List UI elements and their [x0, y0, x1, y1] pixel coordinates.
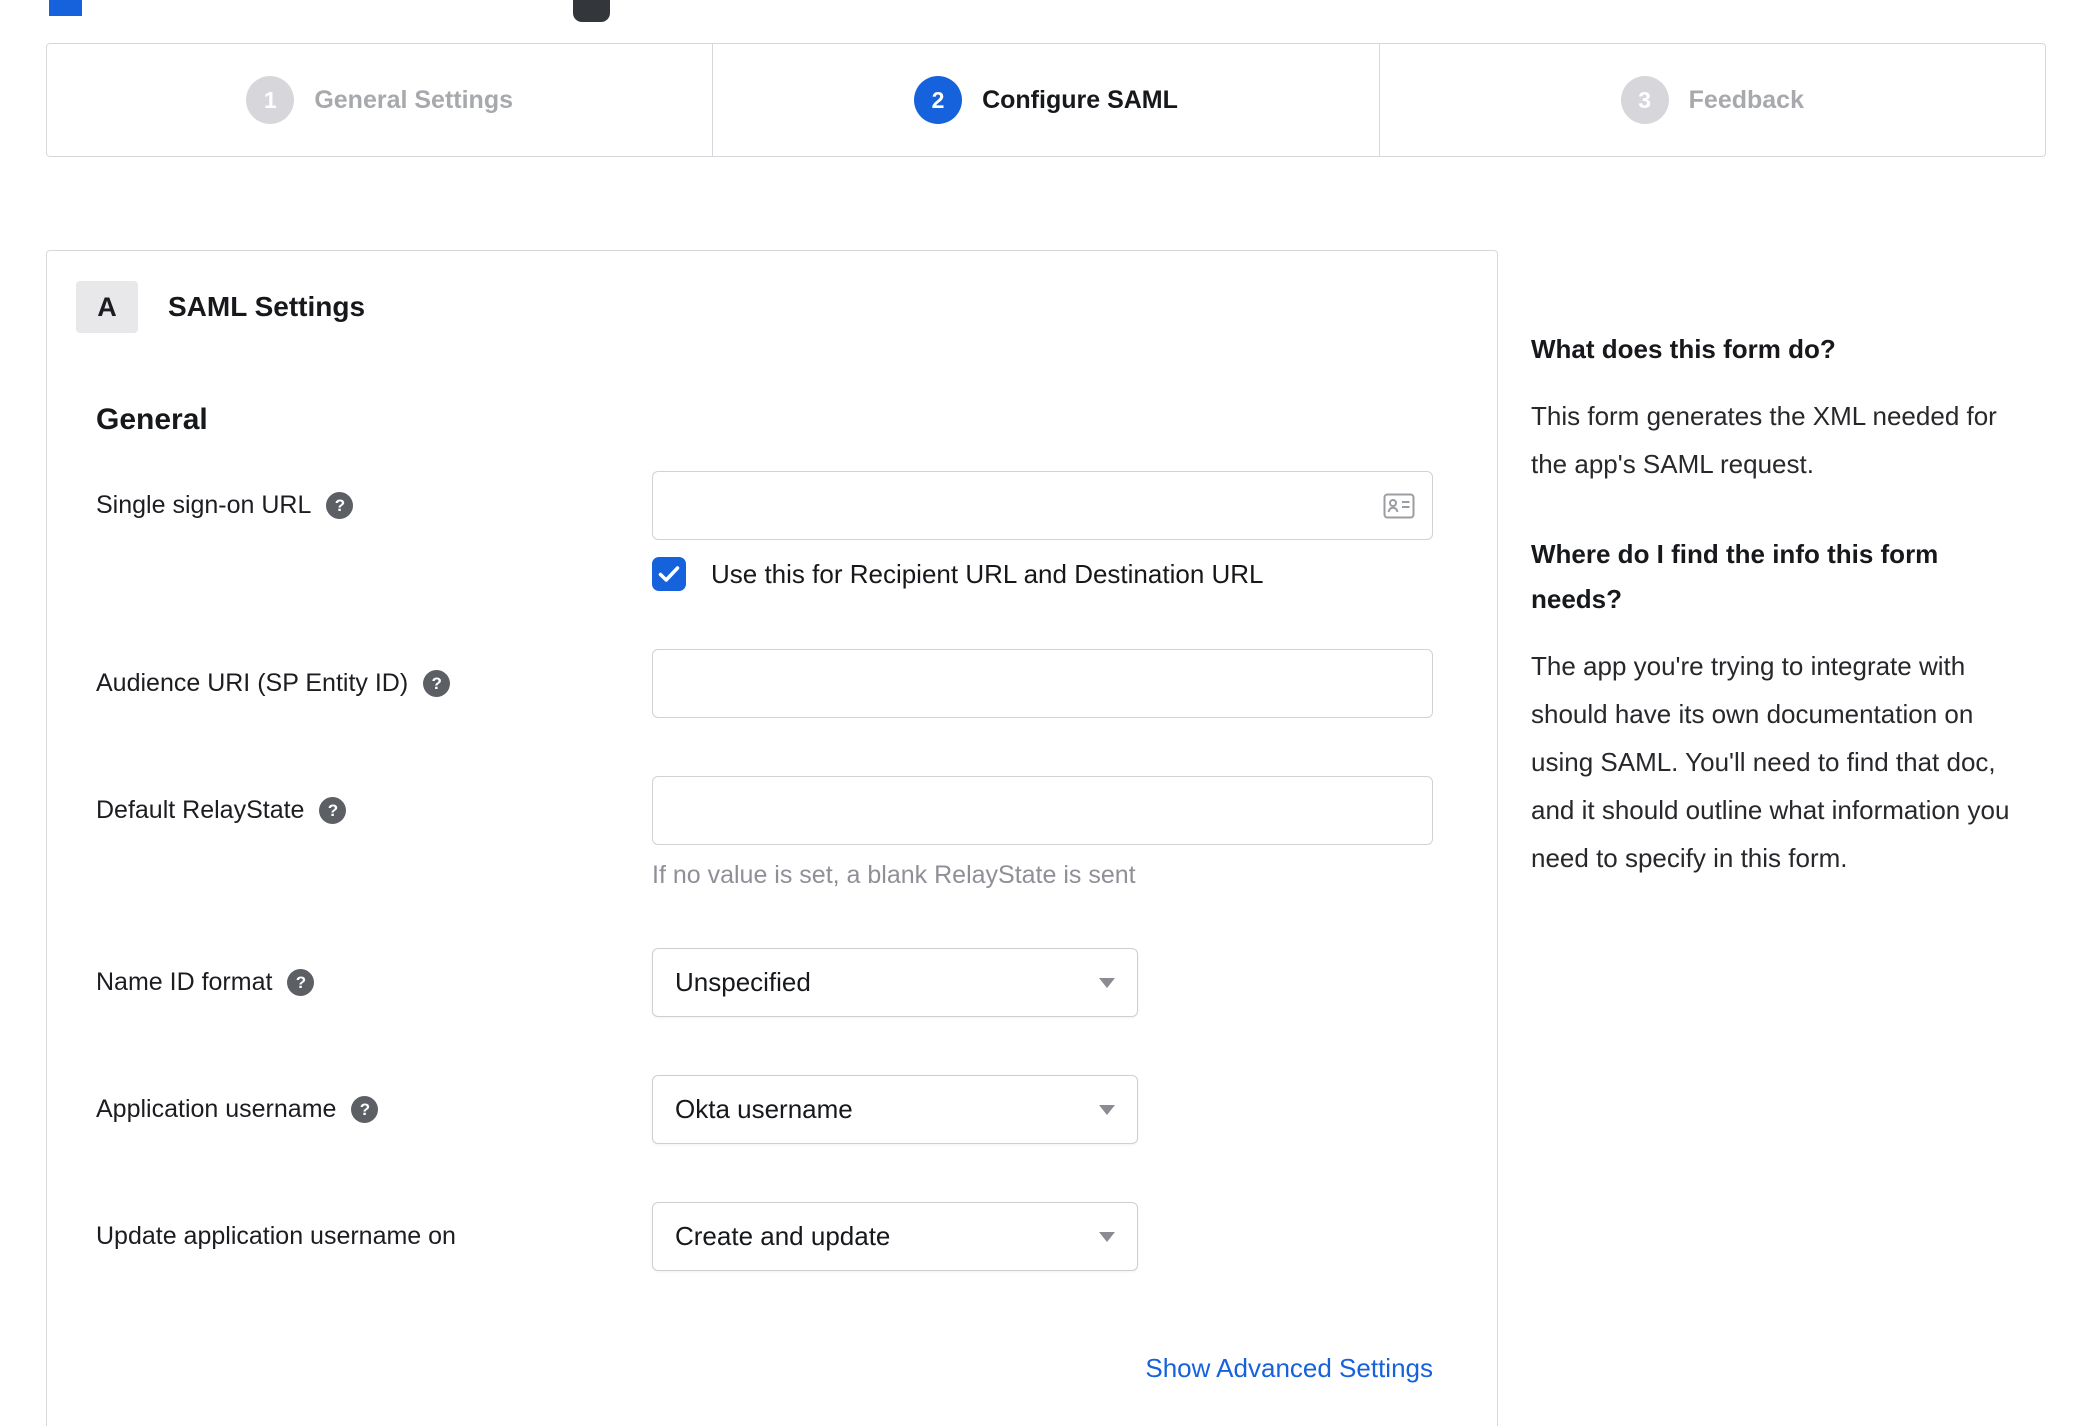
step-label: Configure SAML: [982, 85, 1178, 114]
field-label-wrap: Update application username on: [96, 1202, 652, 1251]
field-label-wrap: Single sign-on URL ?: [96, 471, 652, 520]
help-icon[interactable]: ?: [319, 797, 347, 824]
select-value: Create and update: [675, 1221, 891, 1251]
help-icon[interactable]: ?: [351, 1096, 379, 1123]
field-label: Single sign-on URL: [96, 491, 312, 519]
panel-header: A SAML Settings: [76, 281, 1497, 333]
help-icon[interactable]: ?: [287, 969, 315, 996]
checkbox-row: Use this for Recipient URL and Destinati…: [652, 557, 1433, 591]
step-number-badge: 2: [914, 76, 963, 124]
contact-card-icon: [1383, 493, 1415, 519]
field-label-wrap: Audience URI (SP Entity ID) ?: [96, 649, 652, 698]
relay-state-helper-text: If no value is set, a blank RelayState i…: [652, 861, 1136, 889]
step-number-badge: 3: [1620, 76, 1669, 124]
input-wrap: [652, 471, 1433, 540]
saml-settings-panel: A SAML Settings General Single sign-on U…: [46, 250, 1498, 1426]
field-update-application-username-on: Update application username on Create an…: [96, 1202, 1433, 1271]
advanced-settings-row: Show Advanced Settings: [96, 1353, 1433, 1384]
field-default-relay-state: Default RelayState ? If no value is set,…: [96, 776, 1433, 890]
field-audience-uri: Audience URI (SP Entity ID) ?: [96, 649, 1433, 718]
select-value: Okta username: [675, 1094, 853, 1124]
page-title-fragment: [49, 0, 82, 16]
field-label-wrap: Default RelayState ?: [96, 776, 652, 825]
use-for-recipient-and-destination-checkbox[interactable]: [652, 557, 686, 591]
field-label: Default RelayState: [96, 796, 305, 824]
update-application-username-select[interactable]: Create and update: [652, 1202, 1138, 1271]
checkbox-label: Use this for Recipient URL and Destinati…: [711, 558, 1264, 589]
field-control: If no value is set, a blank RelayState i…: [652, 776, 1433, 890]
input-wrap: [652, 776, 1433, 845]
help-heading-where: Where do I find the info this form needs…: [1531, 539, 1939, 614]
field-control: [652, 649, 1433, 718]
field-label: Update application username on: [96, 1222, 456, 1250]
chevron-down-icon: [1099, 1104, 1115, 1115]
show-advanced-settings-link[interactable]: Show Advanced Settings: [1145, 1353, 1433, 1383]
step-configure-saml[interactable]: 2 Configure SAML: [712, 44, 1378, 156]
name-id-format-select[interactable]: Unspecified: [652, 948, 1138, 1017]
application-username-select[interactable]: Okta username: [652, 1075, 1138, 1144]
field-name-id-format: Name ID format ? Unspecified: [96, 948, 1433, 1017]
field-label: Audience URI (SP Entity ID): [96, 669, 409, 697]
input-wrap: [652, 649, 1433, 718]
step-label: Feedback: [1688, 85, 1804, 114]
field-control: Use this for Recipient URL and Destinati…: [652, 471, 1433, 591]
wizard-stepper: 1 General Settings 2 Configure SAML 3 Fe…: [46, 43, 2046, 157]
field-application-username: Application username ? Okta username: [96, 1075, 1433, 1144]
field-label-wrap: Application username ?: [96, 1075, 652, 1124]
help-body-what: This form generates the XML needed for t…: [1531, 401, 1997, 479]
saml-form-fields: Single sign-on URL ? Use this for Recipi…: [96, 471, 1433, 1271]
step-general-settings[interactable]: 1 General Settings: [47, 44, 712, 156]
help-icon[interactable]: ?: [326, 492, 354, 519]
help-body-where: The app you're trying to integrate with …: [1531, 651, 2010, 873]
section-a-badge: A: [76, 281, 138, 333]
field-control: Create and update: [652, 1202, 1433, 1271]
field-label: Application username: [96, 1095, 337, 1123]
field-label: Name ID format: [96, 968, 273, 996]
general-section-heading: General: [96, 403, 208, 436]
single-sign-on-url-input[interactable]: [652, 471, 1433, 540]
panel-title: SAML Settings: [168, 291, 366, 322]
default-relay-state-input[interactable]: [652, 776, 1433, 845]
chevron-down-icon: [1099, 1231, 1115, 1242]
step-number-badge: 1: [246, 76, 295, 124]
chevron-down-icon: [1099, 977, 1115, 988]
field-control: Unspecified: [652, 948, 1433, 1017]
page-logo-fragment: [573, 0, 610, 22]
field-label-wrap: Name ID format ?: [96, 948, 652, 997]
help-sidebar: What does this form do? This form genera…: [1531, 327, 2031, 926]
step-feedback[interactable]: 3 Feedback: [1378, 44, 2045, 156]
help-icon[interactable]: ?: [423, 670, 451, 697]
audience-uri-input[interactable]: [652, 649, 1433, 718]
step-label: General Settings: [314, 85, 513, 114]
field-single-sign-on-url: Single sign-on URL ? Use this for Recipi…: [96, 471, 1433, 591]
field-control: Okta username: [652, 1075, 1433, 1144]
select-value: Unspecified: [675, 967, 811, 997]
help-heading-what: What does this form do?: [1531, 334, 1836, 364]
